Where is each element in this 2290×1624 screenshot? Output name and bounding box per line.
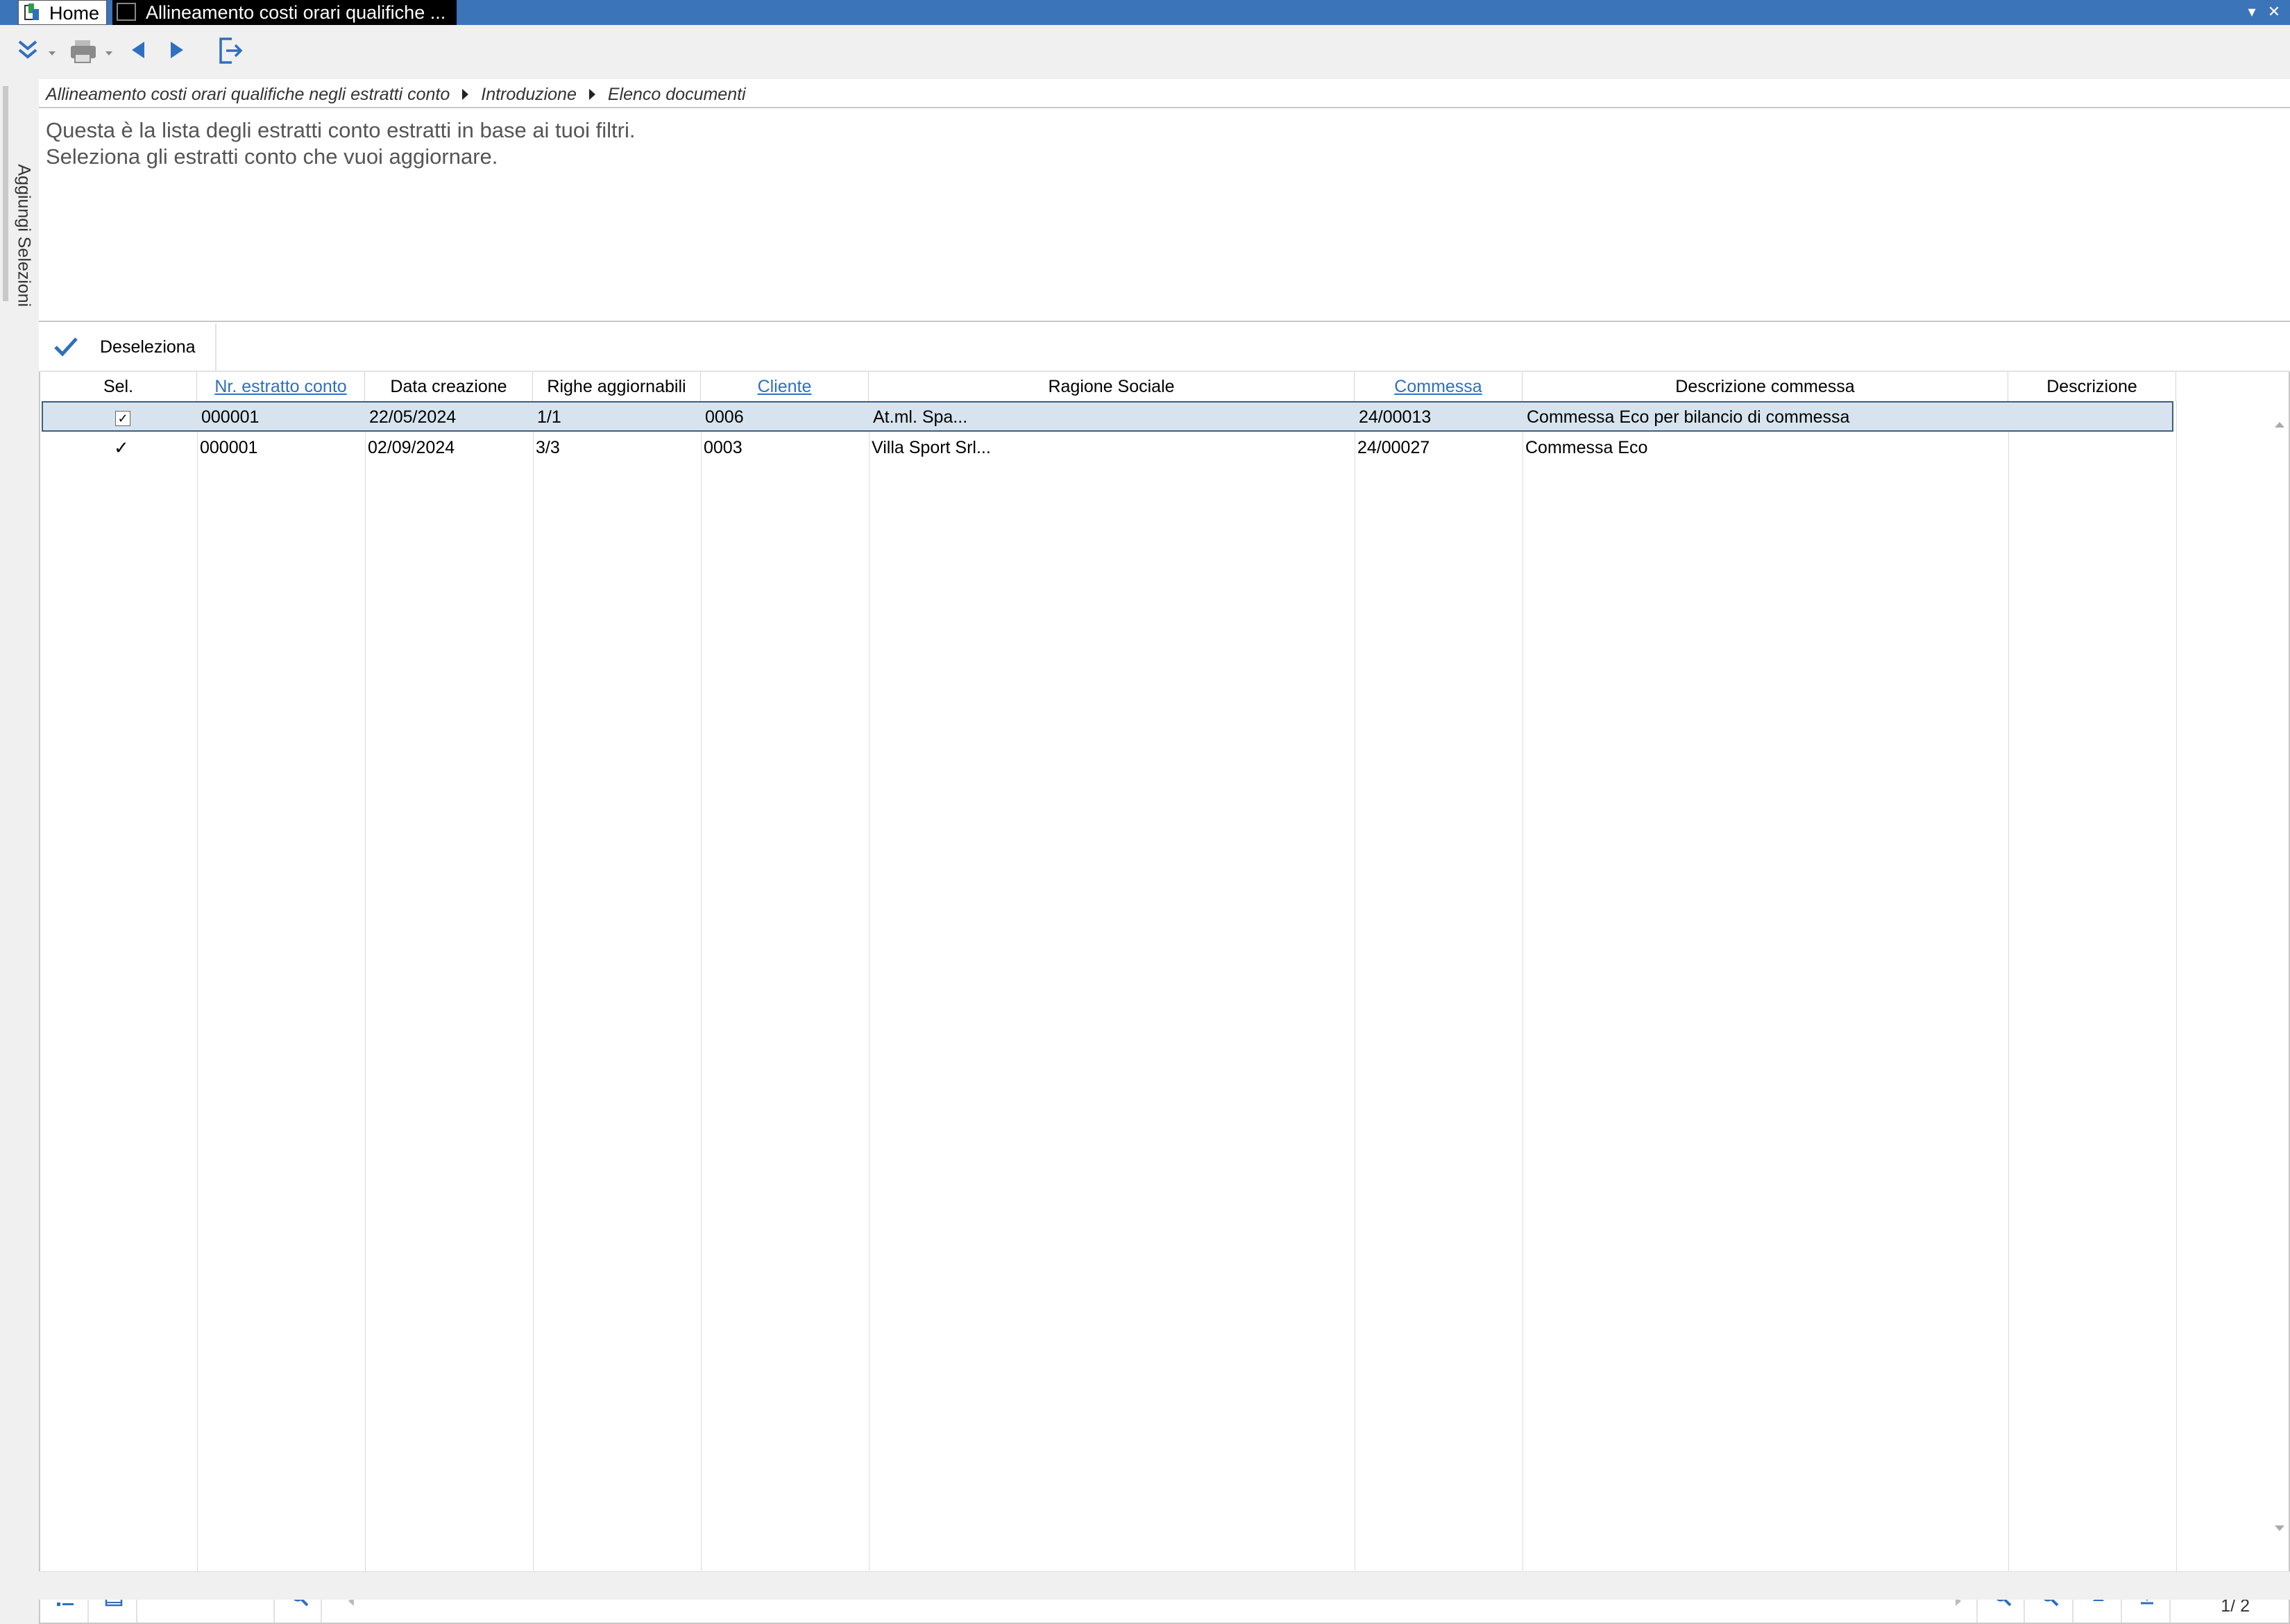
cell-nr: 000001 xyxy=(201,407,260,427)
cell-cliente: 0003 xyxy=(704,438,743,457)
close-icon[interactable]: ✕ xyxy=(2264,1,2284,22)
intro-line-1: Questa è la lista degli estratti conto e… xyxy=(46,118,636,142)
column-header-sel[interactable]: Sel. xyxy=(40,372,197,401)
cell-commessa: 24/00013 xyxy=(1359,407,1432,427)
breadcrumb-item[interactable]: Allineamento costi orari qualifiche negl… xyxy=(46,85,450,104)
column-header-nr-estratto[interactable]: Nr. estratto conto xyxy=(197,372,365,401)
status-footer xyxy=(39,1571,2290,1600)
column-divider xyxy=(2008,401,2009,1602)
documents-table: Sel. Nr. estratto conto Data creazione R… xyxy=(39,372,2290,1602)
column-header-descrizione[interactable]: Descrizione xyxy=(2008,372,2176,401)
print-icon xyxy=(71,40,112,63)
column-divider xyxy=(365,401,366,1602)
column-header-data-creazione[interactable]: Data creazione xyxy=(365,372,533,401)
tab-allineamento-label: Allineamento costi orari qualifiche ... xyxy=(146,2,446,23)
cell-descrizione xyxy=(2010,403,2012,433)
tab-home[interactable]: Home xyxy=(18,0,107,25)
row-select-checkbox[interactable]: ✓ xyxy=(114,437,129,459)
breadcrumb-separator-icon xyxy=(462,89,469,101)
breadcrumb-separator-icon xyxy=(588,89,595,101)
column-divider xyxy=(869,401,870,1602)
back-icon xyxy=(132,42,144,58)
forward-button[interactable] xyxy=(167,36,187,67)
breadcrumb-item: Elenco documenti xyxy=(607,85,746,104)
deselect-button[interactable]: Deseleziona xyxy=(39,323,217,371)
tab-home-label: Home xyxy=(49,3,100,24)
side-panel: Aggiungi Selezioni xyxy=(0,79,40,1599)
cell-ragione: At.ml. Spa... xyxy=(873,407,968,427)
column-divider xyxy=(197,401,198,1602)
deselect-label: Deseleziona xyxy=(100,337,196,357)
app-logo-icon xyxy=(24,3,39,20)
add-selections-tab[interactable]: Aggiungi Selezioni xyxy=(12,164,34,307)
add-selections-label: Aggiungi Selezioni xyxy=(14,164,34,307)
expand-menu-button[interactable] xyxy=(15,36,60,67)
cell-desc-commessa: Commessa Eco per bilancio di commessa xyxy=(1527,407,1850,427)
chevron-down-icon[interactable]: ▾ xyxy=(2241,1,2262,22)
table-row[interactable]: ✓ 000001 02/09/2024 3/3 0003 Villa Sport… xyxy=(42,433,2173,464)
cell-righe: 1/1 xyxy=(537,407,561,427)
print-button[interactable] xyxy=(69,36,118,67)
cell-ragione: Villa Sport Srl... xyxy=(872,438,991,457)
tab-allineamento[interactable]: Allineamento costi orari qualifiche ... xyxy=(112,0,457,25)
column-header-commessa[interactable]: Commessa xyxy=(1355,372,1523,401)
cell-descrizione xyxy=(2008,433,2011,464)
back-button[interactable] xyxy=(128,36,149,67)
intro-box: Questa è la lista degli estratti conto e… xyxy=(39,107,2290,322)
column-header-ragione-sociale[interactable]: Ragione Sociale xyxy=(869,372,1355,401)
check-icon xyxy=(54,337,78,357)
column-divider xyxy=(2176,401,2177,1602)
cell-righe: 3/3 xyxy=(536,438,560,457)
cell-nr: 000001 xyxy=(200,438,258,457)
row-select-checkbox[interactable]: ✓ xyxy=(115,411,130,426)
column-divider xyxy=(701,401,702,1602)
intro-line-2: Seleziona gli estratti conto che vuoi ag… xyxy=(46,144,498,169)
column-header-cliente[interactable]: Cliente xyxy=(701,372,869,401)
exit-button[interactable] xyxy=(217,36,244,67)
cell-data: 02/09/2024 xyxy=(368,438,455,457)
scroll-down-icon[interactable] xyxy=(2275,1525,2284,1531)
cell-commessa: 24/00027 xyxy=(1357,438,1430,457)
column-divider xyxy=(533,401,534,1602)
window-icon xyxy=(117,3,136,21)
action-bar: Deseleziona xyxy=(39,323,2290,372)
double-chevron-down-icon xyxy=(18,40,56,59)
cell-desc-commessa: Commessa Eco xyxy=(1525,438,1648,457)
table-row[interactable]: ✓ 000001 22/05/2024 1/1 0006 At.ml. Spa.… xyxy=(42,401,2173,432)
side-panel-handle[interactable] xyxy=(3,86,8,301)
exit-icon xyxy=(219,37,243,64)
column-header-righe[interactable]: Righe aggiornabili xyxy=(533,372,701,401)
cell-data: 22/05/2024 xyxy=(369,407,457,427)
main-panel: Allineamento costi orari qualifiche negl… xyxy=(39,79,2290,1624)
column-header-descrizione-commessa[interactable]: Descrizione commessa xyxy=(1523,372,2008,401)
forward-icon xyxy=(171,42,183,58)
title-bar: Home Allineamento costi orari qualifiche… xyxy=(0,0,2290,25)
cell-cliente: 0006 xyxy=(705,407,744,427)
scroll-up-icon[interactable] xyxy=(2275,422,2284,428)
breadcrumb-item[interactable]: Introduzione xyxy=(481,85,577,104)
toolbar xyxy=(0,25,2290,79)
